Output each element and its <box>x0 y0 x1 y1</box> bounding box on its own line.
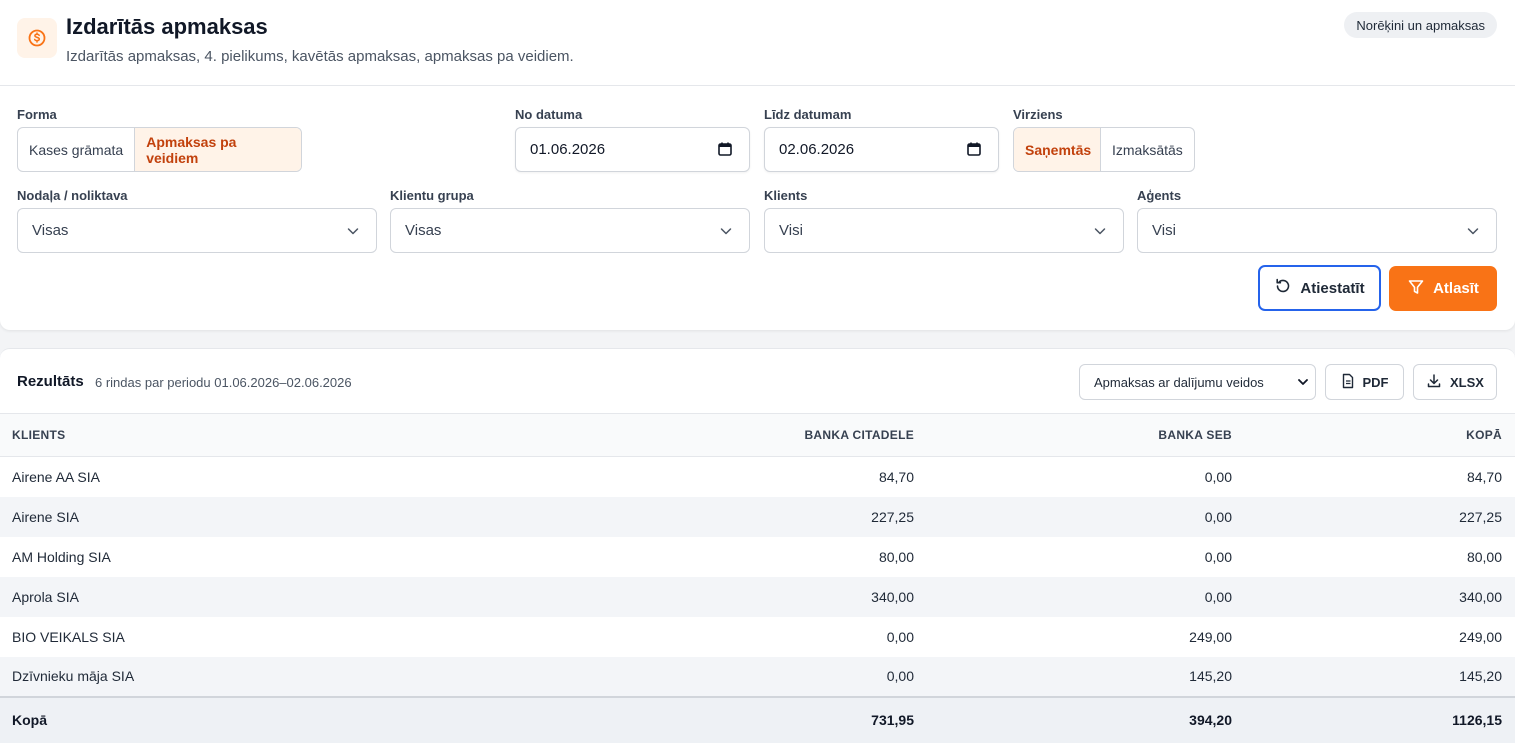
no-datuma-value: 01.06.2026 <box>530 141 606 158</box>
no-datuma-input[interactable]: 01.06.2026 <box>515 127 750 172</box>
cell-citadele: 84,70 <box>878 468 914 485</box>
agents-label: Aģents <box>1137 188 1182 203</box>
table-row[interactable]: Airene SIA 227,25 0,00 227,25 <box>0 496 1515 537</box>
column-header-kopa[interactable]: KOPĀ <box>1245 414 1515 457</box>
nodala-label: Nodaļa / noliktava <box>17 188 128 203</box>
cell-client: BIO VEIKALS SIA <box>12 628 125 645</box>
cell-client: Dzīvnieku māja SIA <box>12 668 135 684</box>
cell-seb: 0,00 <box>1204 508 1232 525</box>
cell-seb: 145,20 <box>1189 668 1232 684</box>
results-title: Rezultāts <box>17 373 84 390</box>
virziens-label: Virziens <box>1013 107 1063 122</box>
reset-button[interactable]: Atiestatīt <box>1258 265 1381 311</box>
klients-select[interactable]: Visi <box>764 208 1124 253</box>
chevron-down-icon <box>719 224 733 242</box>
document-icon <box>1341 373 1355 392</box>
cell-total: 249,00 <box>1459 628 1502 645</box>
table-header-row: KLIENTS BANKA CITADELE BANKA SEB KOPĀ <box>0 413 1515 457</box>
virziens-option-izmaksatas[interactable]: Izmaksātās <box>1101 128 1194 171</box>
calendar-icon[interactable] <box>966 141 982 161</box>
cell-total: 84,70 <box>1466 468 1502 485</box>
total-kopa: 1126,15 <box>1452 712 1502 728</box>
pdf-export-button[interactable]: PDF <box>1325 364 1404 400</box>
cell-total: 340,00 <box>1459 588 1502 605</box>
results-meta: 6 rindas par periodu 01.06.2026–02.06.20… <box>95 375 352 390</box>
column-header-banka-seb[interactable]: BANKA SEB <box>927 414 1245 457</box>
apply-button[interactable]: Atlasīt <box>1389 266 1497 311</box>
apply-button-label: Atlasīt <box>1433 280 1479 297</box>
reset-icon <box>1274 277 1292 299</box>
klientu-grupa-label: Klientu grupa <box>390 188 474 203</box>
nodala-value: Visas <box>32 222 69 239</box>
cell-citadele: 340,00 <box>871 588 914 605</box>
virziens-option-sanemtas[interactable]: Saņemtās <box>1014 128 1101 171</box>
chevron-down-icon <box>1093 224 1107 242</box>
agents-value: Visi <box>1152 222 1176 239</box>
total-label: Kopā <box>12 712 47 728</box>
column-header-klients[interactable]: KLIENTS <box>0 414 300 457</box>
cell-total: 145,20 <box>1459 668 1502 684</box>
total-citadele: 731,95 <box>871 712 914 728</box>
results-table: KLIENTS BANKA CITADELE BANKA SEB KOPĀ Ai… <box>0 413 1515 743</box>
chevron-down-icon <box>346 224 360 242</box>
table-row[interactable]: Aprola SIA 340,00 0,00 340,00 <box>0 576 1515 617</box>
lidz-datumam-value: 02.06.2026 <box>779 141 855 158</box>
download-icon <box>1426 373 1442 392</box>
lidz-datumam-label: Līdz datumam <box>764 107 852 122</box>
table-row[interactable]: AM Holding SIA 80,00 0,00 80,00 <box>0 537 1515 577</box>
page-subtitle: Izdarītās apmaksas, 4. pielikums, kavētā… <box>66 48 574 65</box>
table-row[interactable]: Dzīvnieku māja SIA 0,00 145,20 145,20 <box>0 656 1515 697</box>
chevron-down-icon <box>1297 376 1309 391</box>
table-total-row: Kopā 731,95 394,20 1126,15 <box>0 696 1515 743</box>
cell-client: Aprola SIA <box>12 588 79 605</box>
forma-option-kases-gramata[interactable]: Kases grāmata <box>18 128 136 171</box>
klientu-grupa-value: Visas <box>405 222 442 239</box>
filter-icon <box>1407 278 1425 300</box>
column-header-banka-citadele[interactable]: BANKA CITADELE <box>300 414 927 457</box>
view-mode-select[interactable]: Apmaksas ar dalījumu veidos <box>1079 364 1316 400</box>
cell-citadele: 227,25 <box>871 508 914 525</box>
xlsx-export-button[interactable]: XLSX <box>1413 364 1497 400</box>
cell-citadele: 0,00 <box>886 668 914 684</box>
klients-label: Klients <box>764 188 808 203</box>
view-mode-value: Apmaksas ar dalījumu veidos <box>1094 374 1264 390</box>
klients-value: Visi <box>779 222 803 239</box>
cell-client: AM Holding SIA <box>12 548 111 565</box>
forma-toggle: Kases grāmata Apmaksas pa veidiem <box>17 127 302 172</box>
cell-seb: 0,00 <box>1204 468 1232 485</box>
table-row[interactable]: BIO VEIKALS SIA 0,00 249,00 249,00 <box>0 617 1515 657</box>
nodala-select[interactable]: Visas <box>17 208 377 253</box>
no-datuma-label: No datuma <box>515 107 583 122</box>
cell-client: Airene AA SIA <box>12 468 100 485</box>
agents-select[interactable]: Visi <box>1137 208 1497 253</box>
klientu-grupa-select[interactable]: Visas <box>390 208 750 253</box>
section-badge[interactable]: Norēķini un apmaksas <box>1344 12 1497 38</box>
results-card: Rezultāts 6 rindas par periodu 01.06.202… <box>0 348 1515 743</box>
page-header: Izdarītās apmaksas Izdarītās apmaksas, 4… <box>0 0 1515 86</box>
cell-total: 227,25 <box>1459 508 1502 525</box>
table-row[interactable]: Airene AA SIA 84,70 0,00 84,70 <box>0 457 1515 497</box>
cell-seb: 249,00 <box>1189 628 1232 645</box>
cell-citadele: 80,00 <box>878 548 914 565</box>
cell-citadele: 0,00 <box>886 628 914 645</box>
lidz-datumam-input[interactable]: 02.06.2026 <box>764 127 999 172</box>
cell-seb: 0,00 <box>1204 588 1232 605</box>
filters-card: Izdarītās apmaksas Izdarītās apmaksas, 4… <box>0 0 1515 330</box>
dollar-circle-icon <box>17 18 57 58</box>
cell-seb: 0,00 <box>1204 548 1232 565</box>
forma-label: Forma <box>17 107 57 122</box>
reset-button-label: Atiestatīt <box>1300 279 1365 297</box>
pdf-export-label: PDF <box>1362 374 1389 390</box>
calendar-icon[interactable] <box>717 141 733 161</box>
page-title: Izdarītās apmaksas <box>66 14 268 39</box>
xlsx-export-label: XLSX <box>1450 374 1484 390</box>
total-seb: 394,20 <box>1189 712 1232 728</box>
cell-total: 80,00 <box>1466 548 1502 565</box>
cell-client: Airene SIA <box>12 508 79 525</box>
virziens-toggle: Saņemtās Izmaksātās <box>1013 127 1195 172</box>
chevron-down-icon <box>1466 224 1480 242</box>
forma-option-apmaksas-pa-veidiem[interactable]: Apmaksas pa veidiem <box>135 128 301 171</box>
